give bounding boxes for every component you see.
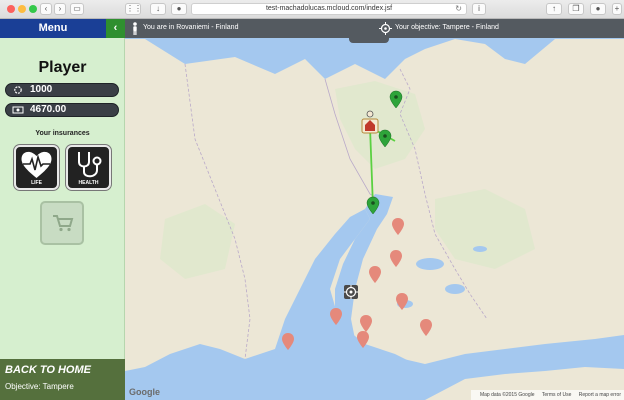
status-bar-handle[interactable]: [349, 38, 389, 43]
energy-stat: 1000: [5, 83, 119, 97]
money-stat: 4670.00: [5, 103, 119, 117]
reload-icon[interactable]: ↻: [455, 4, 462, 13]
url-bar[interactable]: test-machadolucas.mcloud.com/index.jsf ↻: [191, 3, 467, 15]
money-icon: [11, 105, 25, 115]
menu-bar: Menu ‹: [0, 19, 125, 38]
cart-icon: [53, 215, 74, 232]
current-location-text: You are in Rovaniemi - Finland: [143, 24, 239, 31]
objective-target-icon[interactable]: [344, 285, 358, 299]
person-icon: [133, 22, 137, 35]
stethoscope-icon: [78, 152, 102, 178]
sidebar: Menu ‹ Player 1000 4670.00 Your insuranc…: [0, 19, 125, 400]
download-icon[interactable]: ↓: [150, 3, 166, 15]
objective-label: Objective: Tampere: [5, 382, 74, 391]
google-logo: Google: [129, 387, 160, 397]
back-icon[interactable]: ‹: [40, 3, 52, 15]
energy-value: 1000: [30, 84, 53, 95]
collapse-menu-button[interactable]: ‹: [106, 19, 125, 38]
report-error-link[interactable]: Report a map error: [579, 392, 621, 398]
map-data-text: Map data ©2015 Google: [479, 392, 535, 398]
objective-text: Your objective: Tampere - Finland: [395, 24, 499, 31]
back-to-home-button[interactable]: BACK TO HOME: [5, 364, 91, 376]
map-footer: Map data ©2015 Google Terms of Use Repor…: [470, 390, 624, 400]
sidebar-icon[interactable]: ▭: [70, 3, 84, 15]
share-icon[interactable]: ↑: [546, 3, 562, 15]
energy-icon: [11, 85, 25, 95]
map-canvas[interactable]: You are in Rovaniemi - Finland Your obje…: [125, 19, 624, 400]
life-insurance-card[interactable]: LIFE: [14, 145, 59, 190]
grid-icon[interactable]: ⋮⋮: [125, 3, 142, 15]
health-insurance-card[interactable]: HEALTH: [66, 145, 111, 190]
health-insurance-label: HEALTH: [78, 180, 99, 186]
browser-toolbar: ‹ › ▭ ⋮⋮ ↓ ● test-machadolucas.mcloud.co…: [0, 0, 624, 19]
close-window-button[interactable]: [7, 5, 15, 13]
zoom-window-button[interactable]: [29, 5, 37, 13]
map-svg: [125, 39, 624, 400]
tabs-icon[interactable]: ❐: [568, 3, 584, 15]
privacy-icon[interactable]: ●: [171, 3, 187, 15]
life-insurance-label: LIFE: [31, 180, 42, 186]
status-bar: You are in Rovaniemi - Finland Your obje…: [125, 19, 624, 38]
new-tab-icon[interactable]: +: [612, 3, 622, 15]
menu-title: Menu: [38, 22, 68, 34]
target-icon: [379, 22, 392, 35]
info-icon[interactable]: i: [472, 3, 486, 15]
forward-icon[interactable]: ›: [54, 3, 66, 15]
buy-insurance-button[interactable]: [40, 201, 84, 245]
heart-icon: [21, 151, 52, 178]
map-pin-red[interactable]: [282, 333, 294, 350]
insurances-title: Your insurances: [35, 130, 90, 137]
money-value: 4670.00: [30, 104, 67, 115]
back-to-home-panel[interactable]: BACK TO HOME Objective: Tampere: [0, 359, 125, 400]
url-text: test-machadolucas.mcloud.com/index.jsf: [265, 5, 393, 12]
minimize-window-button[interactable]: [18, 5, 26, 13]
extension-icon[interactable]: ●: [590, 3, 606, 15]
player-title: Player: [38, 59, 87, 76]
terms-link[interactable]: Terms of Use: [542, 392, 571, 398]
